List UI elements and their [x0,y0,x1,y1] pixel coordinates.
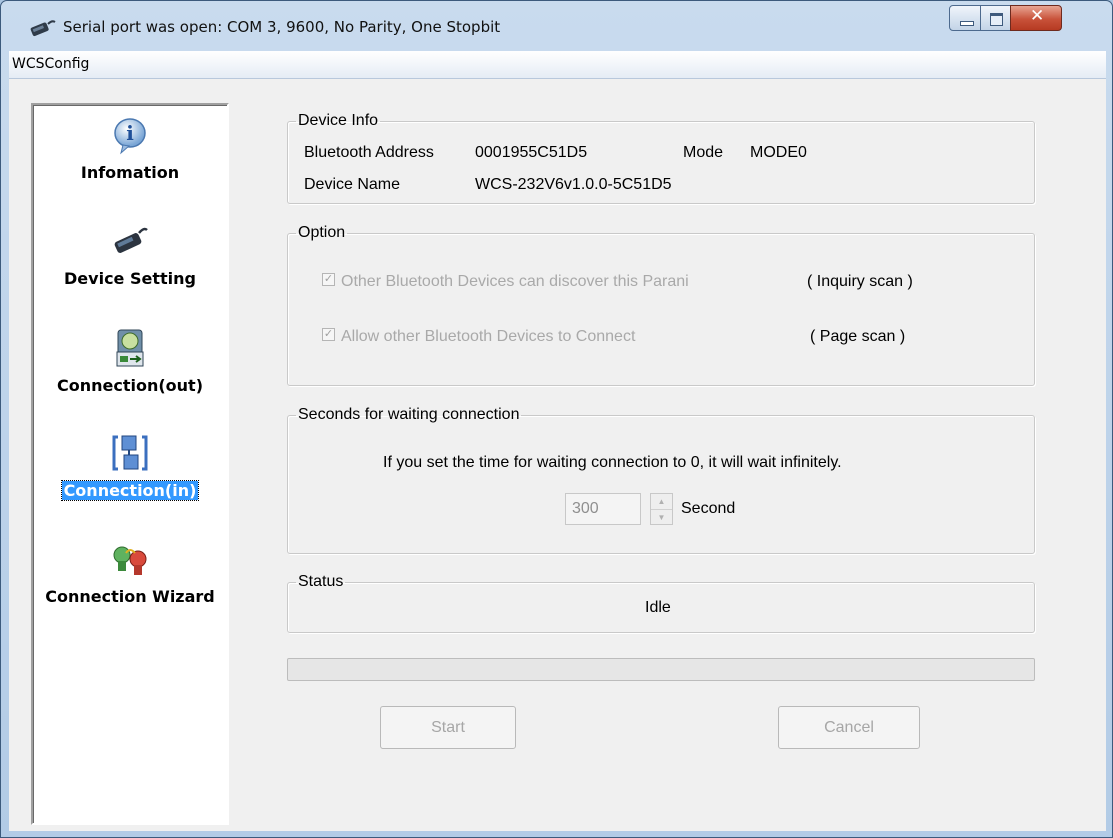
status-legend: Status [298,573,344,590]
bluetooth-address-label: Bluetooth Address [304,144,434,161]
wait-seconds-input[interactable]: 300 [565,493,641,525]
sidebar-item-connection-in[interactable]: Connection(in) [33,433,227,533]
sidebar-item-connection-wizard[interactable]: Connection Wizard [33,539,227,639]
sidebar-item-label: Connection(in) [60,480,200,501]
inquiry-scan-checkbox[interactable]: ✓ Other Bluetooth Devices can discover th… [322,273,689,291]
waiting-description: If you set the time for waiting connecti… [383,454,842,471]
progress-bar [287,658,1035,681]
sidebar-item-label: Connection(out) [56,376,204,395]
device-name-label: Device Name [304,176,401,193]
application-window: Serial port was open: COM 3, 9600, No Pa… [0,0,1113,838]
waiting-connection-legend: Seconds for waiting connection [298,406,520,423]
waiting-connection-group: Seconds for waiting connection [287,406,1035,554]
device-name-value: WCS-232V6v1.0.0-5C51D5 [475,176,672,193]
mode-label: Mode [683,144,724,161]
menu-item-wcsconfig[interactable]: WCSConfig [12,56,89,72]
inquiry-scan-note: ( Inquiry scan ) [807,273,913,290]
connection-in-icon [112,435,148,471]
page-scan-note: ( Page scan ) [810,328,906,345]
page-scan-checkbox[interactable]: ✓ Allow other Bluetooth Devices to Connec… [322,328,635,346]
svg-text:i: i [126,121,134,145]
sidebar-item-label: Infomation [80,163,180,182]
sidebar-item-information[interactable]: i Infomation [33,115,227,215]
spin-down-icon[interactable]: ▼ [651,510,672,525]
sidebar: i Infomation Device Setting Connection(o… [31,103,229,825]
sidebar-item-label: Device Setting [64,269,196,288]
device-icon [114,227,148,253]
maximize-icon [990,13,1003,26]
info-icon: i [114,118,146,155]
title-bar[interactable]: Serial port was open: COM 3, 9600, No Pa… [1,1,1112,49]
sidebar-item-label: Connection Wizard [45,587,215,606]
status-value: Idle [645,599,671,616]
checkbox-check-icon: ✓ [322,328,335,342]
sidebar-item-connection-out[interactable]: Connection(out) [33,328,227,428]
option-legend: Option [298,224,346,241]
wait-seconds-unit: Second [681,500,736,517]
maximize-button[interactable] [980,5,1011,31]
minimize-icon [960,21,974,26]
bluetooth-address-value: 0001955C51D5 [475,144,588,161]
client-area: i Infomation Device Setting Connection(o… [9,79,1106,831]
menu-bar: WCSConfig [9,51,1106,79]
spin-up-icon[interactable]: ▲ [651,494,672,510]
serial-device-icon [30,20,56,37]
cancel-button[interactable]: Cancel [778,706,920,749]
close-button[interactable]: ✕ [1010,5,1062,31]
inquiry-scan-label: Other Bluetooth Devices can discover thi… [341,273,689,290]
start-button[interactable]: Start [380,706,516,749]
option-group: Option [287,224,1035,386]
page-scan-label: Allow other Bluetooth Devices to Connect [341,328,636,345]
window-title: Serial port was open: COM 3, 9600, No Pa… [63,18,501,36]
device-info-legend: Device Info [298,112,379,129]
close-icon: ✕ [1030,6,1045,26]
wizard-icon [113,546,147,575]
checkbox-check-icon: ✓ [322,273,335,287]
connection-out-icon [116,329,144,367]
wait-seconds-spinner[interactable]: ▲ ▼ [650,493,673,525]
minimize-button[interactable] [949,5,981,31]
mode-value: MODE0 [750,144,807,161]
sidebar-item-device-setting[interactable]: Device Setting [33,221,227,321]
